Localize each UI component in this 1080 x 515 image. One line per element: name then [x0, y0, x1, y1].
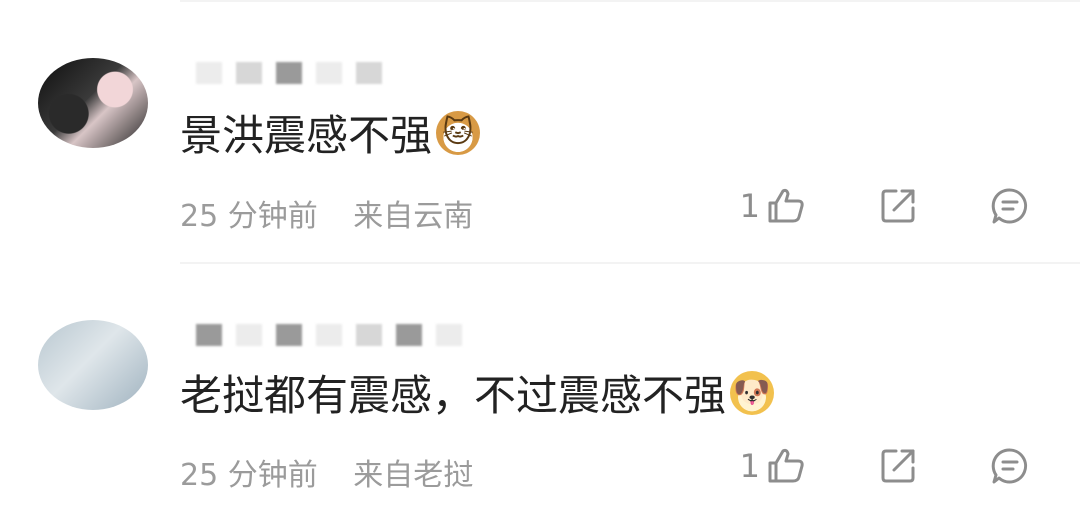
username-blurred[interactable] [196, 62, 382, 84]
avatar[interactable] [38, 58, 148, 148]
comment-icon[interactable] [990, 186, 1030, 226]
comment-icon[interactable] [990, 446, 1030, 486]
comment-text-content: 景洪震感不强 [180, 111, 433, 160]
comment-text: 老挝都有震感，不过震感不强 🐶 [180, 362, 775, 423]
comment-location: 来自云南 [353, 199, 474, 234]
comment-actions: 1 [740, 186, 1030, 226]
comment-item: 景洪震感不强 🐱 25 分钟前 来自云南 1 [0, 0, 1080, 262]
comment-text: 景洪震感不强 🐱 [180, 102, 481, 163]
like-button[interactable]: 1 [740, 186, 806, 226]
share-icon[interactable] [878, 186, 918, 226]
comment-meta: 25 分钟前 来自云南 [180, 191, 473, 235]
thumbs-up-icon[interactable] [766, 446, 806, 486]
comment-time: 25 分钟前 [180, 199, 318, 234]
comment-text-content: 老挝都有震感，不过震感不强 [180, 371, 727, 420]
username-blurred[interactable] [196, 324, 462, 346]
comment-item: 老挝都有震感，不过震感不强 🐶 25 分钟前 来自老挝 1 [0, 262, 1080, 515]
comment-location: 来自老挝 [353, 458, 474, 493]
like-count: 1 [739, 447, 760, 485]
avatar[interactable] [38, 320, 148, 410]
like-button[interactable]: 1 [740, 446, 806, 486]
share-icon[interactable] [878, 446, 918, 486]
comment-time: 25 分钟前 [180, 458, 318, 493]
doge-emoji: 🐶 [730, 370, 775, 415]
like-count: 1 [739, 187, 760, 225]
thumbs-up-icon[interactable] [766, 186, 806, 226]
cat-face-emoji: 🐱 [436, 110, 481, 155]
comment-meta: 25 分钟前 来自老挝 [180, 450, 473, 494]
comment-actions: 1 [740, 446, 1030, 486]
